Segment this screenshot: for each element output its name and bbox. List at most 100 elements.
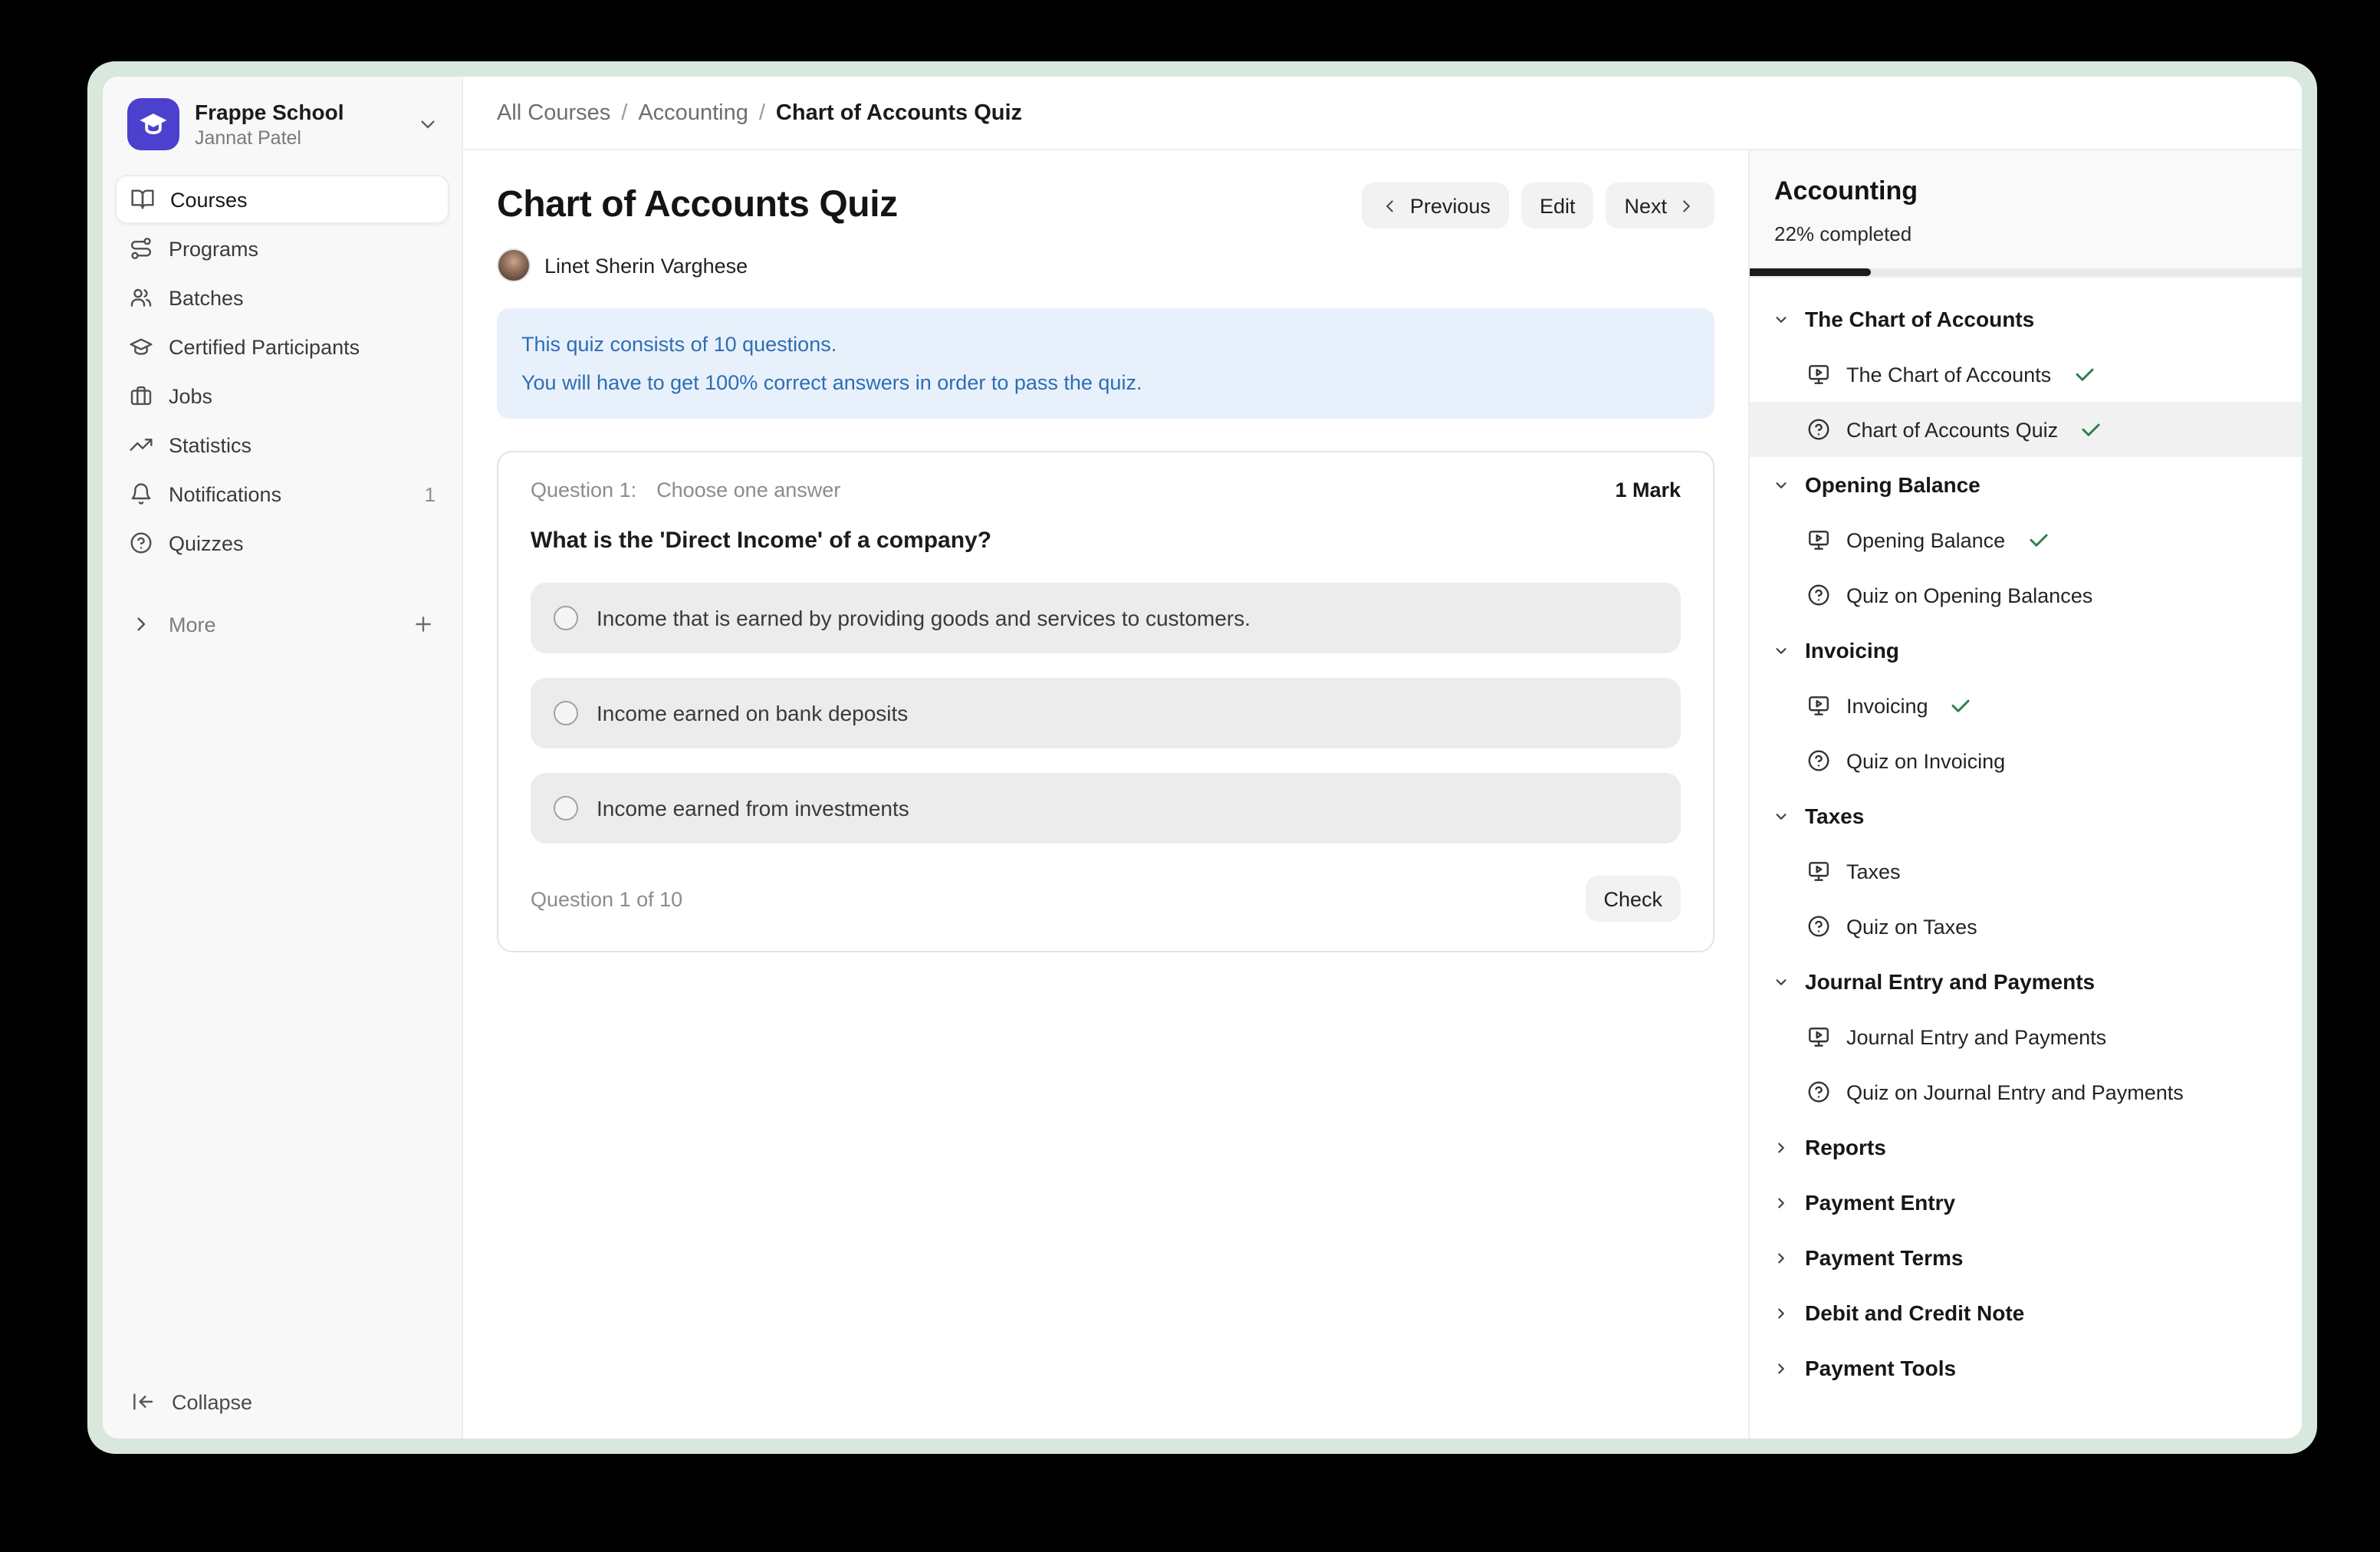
edit-label: Edit <box>1540 194 1576 217</box>
lesson-title: Quiz on Opening Balances <box>1846 584 2092 607</box>
quiz-option-3[interactable]: Income earned from investments <box>531 773 1681 843</box>
outline-lesson-quiz-on-invoicing[interactable]: Quiz on Invoicing <box>1750 733 2302 788</box>
sidebar-item-quizzes[interactable]: Quizzes <box>115 518 449 567</box>
quiz-option-2[interactable]: Income earned on bank deposits <box>531 678 1681 748</box>
toolbar: Previous Edit Next <box>1363 182 1714 229</box>
question-number-label: Question 1: <box>531 478 636 501</box>
outline-lesson-taxes[interactable]: Taxes <box>1750 843 2302 899</box>
breadcrumb-trail: All Courses/Accounting/Chart of Accounts… <box>497 100 1022 125</box>
chapter-title: Journal Entry and Payments <box>1805 969 2095 994</box>
breadcrumb-separator: / <box>621 100 627 125</box>
sidebar-item-more[interactable]: More <box>115 600 449 649</box>
outline-lesson-journal-entry-and-payments[interactable]: Journal Entry and Payments <box>1750 1009 2302 1064</box>
outline-chapter-payment-terms[interactable]: Payment Terms <box>1750 1230 2302 1285</box>
chapter-title: Payment Tools <box>1805 1356 1956 1380</box>
chevron-down-sm-icon <box>1771 309 1791 329</box>
radio-button-icon[interactable] <box>554 606 578 630</box>
sidebar-item-courses[interactable]: Courses <box>115 175 449 224</box>
sidebar-item-certified-participants[interactable]: Certified Participants <box>115 322 449 371</box>
sidebar-item-programs[interactable]: Programs <box>115 224 449 273</box>
outline-chapter-debit-and-credit-note[interactable]: Debit and Credit Note <box>1750 1285 2302 1340</box>
collapse-sidebar-button[interactable]: Collapse <box>103 1368 462 1439</box>
page-header: Chart of Accounts Quiz Previous Edit <box>497 182 1714 229</box>
outline-chapter-payment-tools[interactable]: Payment Tools <box>1750 1340 2302 1396</box>
chapter-title: Debit and Credit Note <box>1805 1300 2024 1325</box>
lesson-title: Quiz on Invoicing <box>1846 749 2005 772</box>
sidebar-item-label: Courses <box>170 188 248 211</box>
outline-list: The Chart of AccountsThe Chart of Accoun… <box>1750 278 2302 1439</box>
left-sidebar: Frappe School Jannat Patel Courses Progra… <box>103 77 463 1439</box>
option-label: Income earned from investments <box>597 796 909 820</box>
chevron-down-sm-icon <box>1771 640 1791 660</box>
outline-lesson-quiz-on-opening-balances[interactable]: Quiz on Opening Balances <box>1750 567 2302 623</box>
check-button[interactable]: Check <box>1585 876 1681 922</box>
app-window: Frappe School Jannat Patel Courses Progra… <box>103 77 2302 1439</box>
outline-lesson-opening-balance[interactable]: Opening Balance <box>1750 512 2302 567</box>
lesson-title: Invoicing <box>1846 694 1928 717</box>
chevron-right-xs-icon <box>1771 1192 1791 1212</box>
monitor-play-icon <box>1806 1024 1831 1049</box>
sidebar-item-label: Programs <box>169 237 258 260</box>
outline-chapter-reports[interactable]: Reports <box>1750 1120 2302 1175</box>
breadcrumb-item-all-courses[interactable]: All Courses <box>497 100 610 125</box>
sidebar-item-jobs[interactable]: Jobs <box>115 371 449 420</box>
chevron-down-sm-icon <box>1771 475 1791 495</box>
page-title: Chart of Accounts Quiz <box>497 184 898 227</box>
question-card-footer: Question 1 of 10 Check <box>531 876 1681 922</box>
option-label: Income earned on bank deposits <box>597 701 908 725</box>
progress-bar-fill <box>1750 268 1871 276</box>
collapse-label: Collapse <box>172 1390 252 1413</box>
sidebar-item-batches[interactable]: Batches <box>115 273 449 322</box>
check-icon <box>2027 528 2050 551</box>
chevron-down-sm-icon <box>1771 972 1791 991</box>
chapter-title: Reports <box>1805 1135 1886 1159</box>
main-content: Chart of Accounts Quiz Previous Edit <box>463 150 1748 1439</box>
next-button[interactable]: Next <box>1606 182 1714 229</box>
question-text: What is the 'Direct Income' of a company… <box>531 528 1681 554</box>
outline-lesson-quiz-on-taxes[interactable]: Quiz on Taxes <box>1750 899 2302 954</box>
outline-chapter-invoicing[interactable]: Invoicing <box>1750 623 2302 678</box>
workspace-switcher[interactable]: Frappe School Jannat Patel <box>103 77 462 166</box>
chevron-right-icon <box>129 612 153 636</box>
chevron-right-xs-icon <box>1771 1358 1791 1378</box>
chapter-title: Opening Balance <box>1805 472 1981 497</box>
outline-lesson-the-chart-of-accounts[interactable]: The Chart of Accounts <box>1750 347 2302 402</box>
notification-count-badge: 1 <box>425 482 436 505</box>
edit-button[interactable]: Edit <box>1521 182 1594 229</box>
book-open-icon <box>130 187 155 212</box>
outline-chapter-journal-entry-and-payments[interactable]: Journal Entry and Payments <box>1750 954 2302 1009</box>
outline-lesson-chart-of-accounts-quiz[interactable]: Chart of Accounts Quiz <box>1750 402 2302 457</box>
help-circle-icon <box>1806 417 1831 442</box>
sidebar-item-label: Certified Participants <box>169 335 360 358</box>
content-row: Chart of Accounts Quiz Previous Edit <box>463 150 2302 1439</box>
sidebar-item-notifications[interactable]: Notifications1 <box>115 469 449 518</box>
radio-button-icon[interactable] <box>554 701 578 725</box>
question-marks: 1 Mark <box>1615 478 1681 501</box>
chevron-right-xs-icon <box>1771 1303 1791 1323</box>
outline-chapter-opening-balance[interactable]: Opening Balance <box>1750 457 2302 512</box>
outline-chapter-taxes[interactable]: Taxes <box>1750 788 2302 843</box>
plus-icon[interactable] <box>411 612 436 636</box>
outline-lesson-invoicing[interactable]: Invoicing <box>1750 678 2302 733</box>
sidebar-item-statistics[interactable]: Statistics <box>115 420 449 469</box>
workspace-user: Jannat Patel <box>195 125 344 150</box>
chapter-title: Payment Terms <box>1805 1245 1963 1270</box>
chapter-title: Payment Entry <box>1805 1190 1955 1215</box>
course-title: Accounting <box>1750 176 2302 207</box>
chevron-left-icon <box>1381 196 1401 215</box>
outline-lesson-quiz-on-journal-entry-and-payments[interactable]: Quiz on Journal Entry and Payments <box>1750 1064 2302 1120</box>
breadcrumb-item-accounting[interactable]: Accounting <box>638 100 748 125</box>
lesson-title: Quiz on Journal Entry and Payments <box>1846 1080 2184 1103</box>
outline-chapter-payment-entry[interactable]: Payment Entry <box>1750 1175 2302 1230</box>
outline-chapter-the-chart-of-accounts[interactable]: The Chart of Accounts <box>1750 291 2302 347</box>
chevron-right-xs-icon <box>1771 1137 1791 1157</box>
chevron-down-icon[interactable] <box>416 112 440 136</box>
more-label: More <box>169 613 216 636</box>
monitor-play-icon <box>1806 528 1831 552</box>
radio-button-icon[interactable] <box>554 796 578 820</box>
check-icon <box>1950 694 1973 717</box>
previous-button[interactable]: Previous <box>1363 182 1509 229</box>
author-row: Linet Sherin Varghese <box>497 248 1714 282</box>
quiz-option-1[interactable]: Income that is earned by providing goods… <box>531 583 1681 653</box>
trending-up-icon <box>129 432 153 457</box>
